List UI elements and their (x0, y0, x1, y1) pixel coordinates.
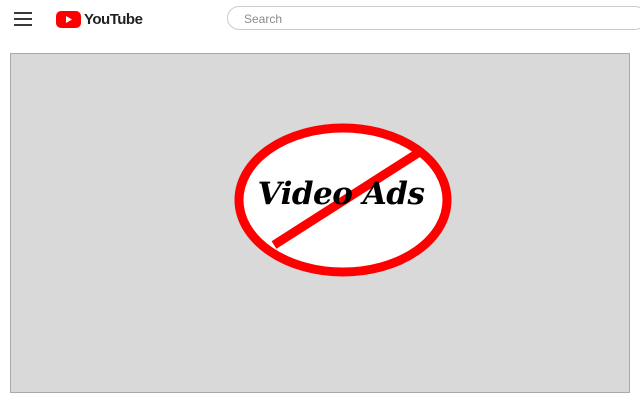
top-bar: YouTube (0, 0, 640, 38)
video-player[interactable]: Video Ads (10, 53, 630, 393)
video-ads-label: Video Ads (257, 176, 425, 212)
youtube-logo[interactable]: YouTube (56, 9, 143, 29)
logo-text: YouTube (84, 10, 143, 28)
play-logo-icon (56, 10, 81, 28)
menu-icon[interactable] (14, 12, 32, 26)
no-video-ads-sign: Video Ads (234, 122, 454, 282)
search-bar[interactable] (227, 6, 640, 30)
search-input[interactable] (242, 9, 626, 29)
